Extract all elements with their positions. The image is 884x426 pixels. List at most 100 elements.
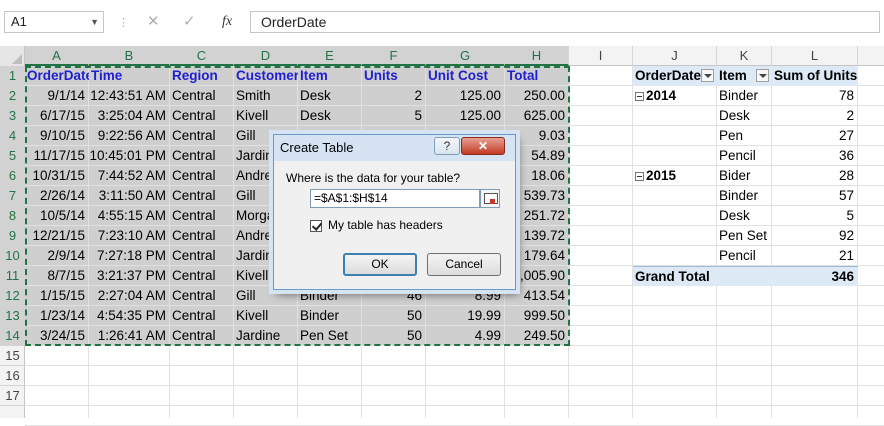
pivot-item-cell-text: Pencil [719,148,756,163]
pivot-item-cell-text: Pen [719,128,744,143]
row-header[interactable]: 9 [0,226,25,246]
pivot-value-cell-text: 57 [838,188,854,203]
row-header[interactable]: 7 [0,186,25,206]
pivot-item-cell[interactable]: Desk [717,106,772,126]
pivot-value-cell-text: 36 [838,148,854,163]
pivot-header-cell[interactable]: Item [717,66,772,86]
help-button[interactable]: ? [434,137,460,155]
row-header[interactable]: 17 [0,386,25,406]
enter-icon[interactable]: ✓ [183,12,196,32]
pivot-value-cell[interactable]: 92 [772,226,858,246]
column-header[interactable]: E [298,46,362,66]
row-header[interactable]: 8 [0,206,25,226]
pivot-item-cell[interactable]: Pencil [717,146,772,166]
column-header[interactable]: L [772,46,858,66]
column-header[interactable]: A [25,46,89,66]
pivot-item-cell-text: Bider [719,168,751,183]
pivot-year-cell[interactable]: 2015 [633,166,717,186]
collapse-dialog-icon[interactable] [480,189,500,208]
row-header[interactable]: 14 [0,326,25,346]
column-header[interactable]: F [362,46,426,66]
formula-bar-grip-icon[interactable]: ⋮ [118,17,129,29]
gridline [25,365,884,366]
pivot-value-cell[interactable]: 28 [772,166,858,186]
pivot-header-cell-text: Sum of Units [774,68,858,83]
collapse-icon[interactable] [635,92,644,101]
pivot-header-cell-text: Item [719,68,747,83]
pivot-value-cell[interactable]: 57 [772,186,858,206]
row-header[interactable]: 15 [0,346,25,366]
row-header[interactable]: 2 [0,86,25,106]
pivot-item-cell-text: Pen Set [719,228,768,243]
pivot-grand-total-value-text: 346 [831,269,854,284]
row-header[interactable]: 5 [0,146,25,166]
name-box[interactable]: A1 ▼ [4,11,104,33]
formula-bar: A1 ▼ ⋮ ✕ ✓ fx OrderDate [0,0,884,46]
pivot-item-cell[interactable]: Bider [717,166,772,186]
chevron-down-icon[interactable]: ▼ [90,12,99,32]
column-header[interactable]: K [717,46,772,66]
dialog-title-bar: Create Table ? ✕ [274,135,515,161]
insert-function-icon[interactable]: fx [222,11,232,33]
pivot-value-cell[interactable]: 36 [772,146,858,166]
pivot-value-cell[interactable]: 27 [772,126,858,146]
formula-input[interactable]: OrderDate [250,11,880,33]
pivot-item-cell[interactable]: Binder [717,186,772,206]
has-headers-checkbox[interactable] [310,220,322,232]
dialog-body: Where is the data for your table? =$A$1:… [274,161,515,289]
row-header[interactable]: 3 [0,106,25,126]
row-header[interactable]: 1 [0,66,25,86]
pivot-item-cell[interactable]: Pen Set [717,226,772,246]
column-header[interactable]: B [89,46,170,66]
filter-dropdown-icon[interactable] [756,69,769,82]
column-header[interactable]: G [426,46,505,66]
row-header[interactable]: 16 [0,366,25,386]
ok-button[interactable]: OK [343,253,417,276]
column-header[interactable]: J [633,46,717,66]
pivot-header-cell[interactable]: OrderDate [633,66,717,86]
pivot-item-cell[interactable]: Pen [717,126,772,146]
row-header[interactable]: 12 [0,286,25,306]
pivot-item-cell-text: Binder [719,88,759,103]
pivot-header-cell[interactable]: Sum of Units [772,66,858,86]
row-header[interactable]: 10 [0,246,25,266]
column-headers: ABCDEFGHIJKL [0,46,884,66]
pivot-year-cell[interactable]: 2014 [633,86,717,106]
cancel-icon[interactable]: ✕ [147,12,160,32]
row-header[interactable]: 13 [0,306,25,326]
row-header[interactable]: 6 [0,166,25,186]
row-header[interactable]: 11 [0,266,25,286]
pivot-item-cell-text: Pencil [719,248,756,263]
row-header[interactable]: 4 [0,126,25,146]
pivot-value-cell[interactable]: 78 [772,86,858,106]
pivot-year-text: 2015 [646,168,677,183]
pivot-value-cell-text: 21 [838,248,854,263]
pivot-value-cell-text: 92 [838,228,854,243]
pivot-year-text: 2014 [646,88,677,103]
pivot-grand-total-label[interactable]: Grand Total [633,266,717,286]
collapse-icon[interactable] [635,172,644,181]
pivot-grand-total-value[interactable]: 346 [772,266,858,286]
close-button[interactable]: ✕ [461,137,505,155]
gridline [25,405,884,406]
has-headers-label[interactable]: My table has headers [328,218,443,232]
pivot-item-cell-text: Binder [719,188,759,203]
pivot-value-cell[interactable]: 2 [772,106,858,126]
pivot-value-cell-text: 5 [846,208,854,223]
pivot-value-cell[interactable]: 21 [772,246,858,266]
pivot-item-cell[interactable]: Desk [717,206,772,226]
gridline [632,66,633,418]
select-all-button[interactable] [0,46,25,66]
column-header[interactable]: D [234,46,298,66]
column-header[interactable]: H [505,46,569,66]
cancel-button[interactable]: Cancel [427,253,501,276]
column-header[interactable]: C [170,46,234,66]
range-question-label: Where is the data for your table? [286,171,461,185]
pivot-grand-total-spacer[interactable] [717,266,772,286]
column-header[interactable]: I [569,46,633,66]
pivot-item-cell[interactable]: Binder [717,86,772,106]
range-input[interactable]: =$A$1:$H$14 [310,189,480,208]
pivot-value-cell[interactable]: 5 [772,206,858,226]
filter-dropdown-icon[interactable] [701,69,714,82]
pivot-item-cell[interactable]: Pencil [717,246,772,266]
